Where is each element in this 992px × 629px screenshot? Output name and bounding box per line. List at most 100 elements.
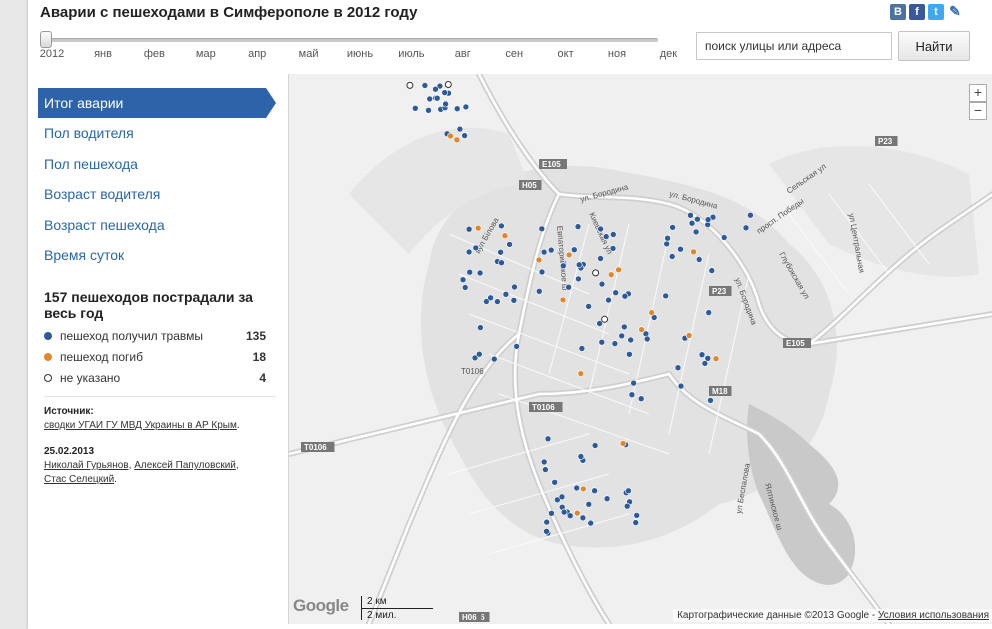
incident-marker-injured[interactable] [609,231,617,238]
timeline-track[interactable] [46,38,658,42]
incident-marker-killed[interactable] [638,326,645,333]
author-link[interactable]: Алексей Папуловский [134,460,236,471]
incident-marker-killed[interactable] [501,232,509,239]
incident-marker-injured[interactable] [540,248,548,256]
incident-marker-injured[interactable] [542,466,549,473]
incident-marker-injured[interactable] [625,487,632,495]
incident-marker-injured[interactable] [633,512,641,519]
incident-marker-injured[interactable] [694,215,701,223]
timeline-month-label[interactable]: мар [196,48,216,60]
facebook-icon[interactable]: f [909,4,925,20]
menu-item-outcome[interactable]: Итог аварии [38,88,276,118]
month-timeline-slider[interactable]: 2012 янв фев мар апр май июнь июль авг сен окт ноя… [40,30,677,62]
incident-marker-injured[interactable] [742,224,750,232]
incident-marker-injured[interactable] [432,85,439,93]
incident-marker-injured[interactable] [585,303,592,310]
edit-icon[interactable]: ✎ [947,4,963,20]
incident-marker-injured[interactable] [538,268,546,276]
map-canvas[interactable]: E105H05P23M18E105T0106T0106H06P23H06ул. … [289,74,992,624]
twitter-icon[interactable]: t [928,4,944,20]
incident-marker-injured[interactable] [544,435,552,443]
incident-marker-killed[interactable] [685,332,693,339]
incident-marker-injured[interactable] [476,350,483,358]
incident-marker-injured[interactable] [578,345,586,352]
incident-marker-injured[interactable] [579,514,587,522]
incident-marker-injured[interactable] [591,442,599,449]
incident-marker-injured[interactable] [698,351,706,359]
menu-item-driver-gender[interactable]: Пол водителя [38,118,266,148]
author-link[interactable]: Николай Гурьянов [44,460,129,471]
incident-marker-injured[interactable] [623,502,631,510]
incident-marker-injured[interactable] [465,248,473,256]
incident-marker-unspecified[interactable] [601,315,609,323]
incident-marker-injured[interactable] [559,262,567,270]
incident-marker-injured[interactable] [664,234,671,242]
incident-marker-injured[interactable] [540,458,548,466]
incident-marker-injured[interactable] [421,82,429,89]
menu-item-pedestrian-gender[interactable]: Пол пешехода [38,149,266,179]
incident-marker-injured[interactable] [566,512,574,520]
timeline-month-label[interactable]: июль [398,48,424,60]
incident-marker-injured[interactable] [611,340,619,347]
incident-marker-killed[interactable] [565,251,573,259]
incident-marker-injured[interactable] [598,338,606,346]
incident-marker-injured[interactable] [538,225,546,233]
incident-marker-injured[interactable] [510,297,518,304]
timeline-month-label[interactable]: фев [144,48,165,60]
incident-marker-injured[interactable] [456,125,464,133]
incident-marker-injured[interactable] [477,324,484,331]
incident-marker-injured[interactable] [707,397,714,404]
incident-marker-injured[interactable] [674,364,682,372]
incident-marker-injured[interactable] [466,268,473,276]
incident-marker-injured[interactable] [575,275,582,283]
incident-marker-injured[interactable] [597,225,604,233]
incident-marker-injured[interactable] [662,292,670,300]
incident-marker-injured[interactable] [502,291,510,298]
incident-marker-injured[interactable] [487,294,494,302]
incident-marker-injured[interactable] [574,223,582,230]
incident-marker-injured[interactable] [704,354,712,362]
incident-marker-injured[interactable] [687,212,694,219]
incident-marker-injured[interactable] [605,296,612,304]
incident-marker-injured[interactable] [426,95,433,103]
incident-marker-injured[interactable] [587,519,595,527]
incident-marker-killed[interactable] [690,248,697,256]
incident-marker-injured[interactable] [491,355,498,363]
incident-marker-injured[interactable] [620,323,628,331]
incident-marker-injured[interactable] [461,132,468,139]
incident-marker-injured[interactable] [720,234,728,241]
incident-marker-killed[interactable] [577,370,585,377]
incident-marker-injured[interactable] [609,245,617,252]
incident-marker-injured[interactable] [453,105,461,113]
incident-marker-injured[interactable] [708,267,716,274]
incident-marker-injured[interactable] [543,527,550,535]
vk-icon[interactable]: B [890,4,906,20]
incident-marker-killed[interactable] [453,136,461,144]
timeline-month-label[interactable]: ноя [608,48,626,60]
incident-marker-unspecified[interactable] [444,81,452,88]
incident-marker-injured[interactable] [688,219,696,227]
incident-marker-injured[interactable] [558,493,566,501]
menu-item-pedestrian-age[interactable]: Возраст пешехода [38,210,266,240]
incident-marker-injured[interactable] [663,240,671,248]
incident-marker-injured[interactable] [677,382,685,390]
incident-marker-injured[interactable] [627,336,635,344]
zoom-out-button[interactable]: − [969,102,987,120]
incident-marker-injured[interactable] [543,518,551,526]
incident-marker-injured[interactable] [618,332,626,340]
timeline-month-label[interactable]: сен [505,48,523,60]
zoom-in-button[interactable]: + [969,84,987,102]
incident-marker-killed[interactable] [447,132,454,140]
incident-marker-injured[interactable] [585,500,593,508]
incident-marker-injured[interactable] [628,391,636,399]
timeline-month-label[interactable]: май [299,48,319,60]
incident-marker-injured[interactable] [476,269,484,277]
incident-marker-injured[interactable] [498,259,505,266]
incident-marker-injured[interactable] [602,233,610,240]
timeline-month-label[interactable]: авг [455,48,471,60]
incident-marker-injured[interactable] [465,225,473,233]
timeline-month-label[interactable]: июнь [347,48,373,60]
timeline-month-label[interactable]: окт [558,48,574,60]
incident-marker-injured[interactable] [591,487,598,495]
incident-marker-injured[interactable] [575,261,583,269]
